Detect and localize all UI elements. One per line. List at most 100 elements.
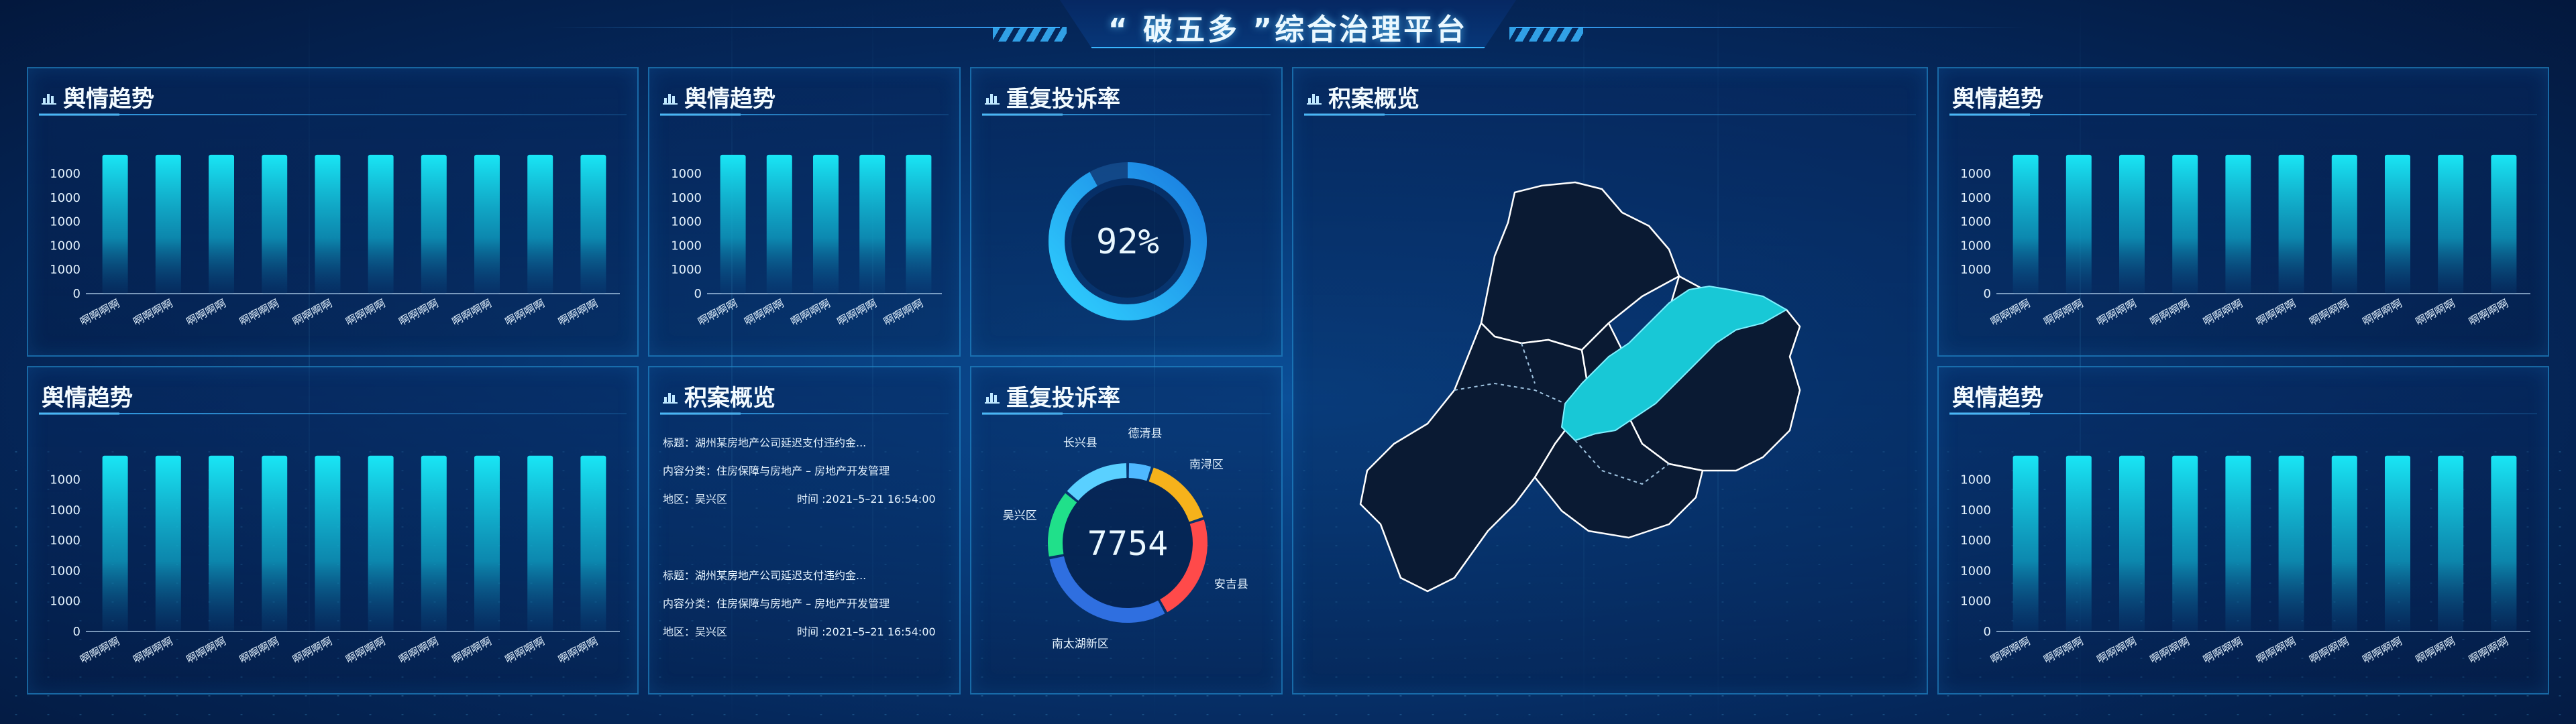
bar[interactable] <box>209 455 234 631</box>
bar[interactable] <box>580 154 606 294</box>
y-tick-label: 1000 <box>50 239 80 253</box>
donut-segment[interactable] <box>1128 463 1151 481</box>
y-tick-label: 1000 <box>50 473 80 487</box>
bar[interactable] <box>2119 154 2145 294</box>
x-tick-label: 啊啊啊啊 <box>237 297 281 328</box>
bar[interactable] <box>906 154 932 294</box>
y-tick-label: 1000 <box>1960 239 1991 253</box>
bar[interactable] <box>2172 154 2198 294</box>
bar[interactable] <box>2278 455 2304 631</box>
x-tick-label: 啊啊啊啊 <box>696 297 739 328</box>
x-tick-label: 啊啊啊啊 <box>184 635 227 666</box>
x-tick-label: 啊啊啊啊 <box>2360 297 2404 328</box>
bar[interactable] <box>474 455 500 631</box>
trend-bar-chart-2: 010001000100010001000啊啊啊啊 啊啊啊啊 啊啊啊啊 啊啊啊啊 啊啊啊… <box>671 154 942 328</box>
bar[interactable] <box>421 455 447 631</box>
bar[interactable] <box>315 154 341 294</box>
bar[interactable] <box>766 154 792 294</box>
bar[interactable] <box>2225 455 2251 631</box>
y-tick-label: 0 <box>1984 287 1991 301</box>
x-tick-label: 啊啊啊啊 <box>78 635 121 666</box>
case-time: 时间 :2021–5–21 16:54:00 <box>797 625 936 638</box>
bar[interactable] <box>421 154 447 294</box>
x-tick-label: 啊啊啊啊 <box>78 297 121 328</box>
y-tick-label: 0 <box>1984 625 1991 639</box>
bar[interactable] <box>2438 455 2464 631</box>
bar[interactable] <box>720 154 746 294</box>
y-tick-label: 1000 <box>1960 473 1991 487</box>
trend-bar-chart-1: 010001000100010001000啊啊啊啊 啊啊啊啊 啊啊啊啊 啊啊啊啊 啊啊啊… <box>50 154 620 328</box>
x-tick-label: 啊啊啊啊 <box>881 297 925 328</box>
y-tick-label: 1000 <box>50 503 80 518</box>
bar[interactable] <box>209 154 234 294</box>
bar[interactable] <box>262 455 288 631</box>
y-tick-label: 1000 <box>50 263 80 277</box>
bar[interactable] <box>2119 455 2145 631</box>
bar[interactable] <box>2012 455 2039 631</box>
y-tick-label: 1000 <box>50 215 80 229</box>
bar[interactable] <box>2438 154 2464 294</box>
bar[interactable] <box>2385 154 2410 294</box>
bar[interactable] <box>859 154 885 294</box>
bar[interactable] <box>2012 154 2039 294</box>
donut-label: 安吉县 <box>1214 578 1248 591</box>
y-tick-label: 1000 <box>1960 215 1991 229</box>
x-tick-label: 啊啊啊啊 <box>2467 635 2510 666</box>
bar[interactable] <box>527 154 553 294</box>
x-tick-label: 啊啊啊啊 <box>788 297 832 328</box>
bar[interactable] <box>2331 154 2357 294</box>
bar[interactable] <box>368 455 394 631</box>
bar[interactable] <box>2225 154 2251 294</box>
x-tick-label: 啊啊啊啊 <box>2201 635 2245 666</box>
x-tick-label: 啊啊啊啊 <box>742 297 786 328</box>
x-tick-label: 啊啊啊啊 <box>2201 297 2245 328</box>
bar[interactable] <box>2065 455 2092 631</box>
bar[interactable] <box>2172 455 2198 631</box>
x-tick-label: 啊啊啊啊 <box>2094 297 2138 328</box>
bar[interactable] <box>155 154 181 294</box>
deco-stripes-right <box>1509 27 1583 42</box>
x-tick-label: 啊啊啊啊 <box>2467 297 2510 328</box>
list-item[interactable]: 标题：湖州某房地产公司延迟支付违约金... 内容分类：住房保障与房地产 – 房地… <box>663 562 949 646</box>
bar[interactable] <box>2278 154 2304 294</box>
bar[interactable] <box>315 455 341 631</box>
x-tick-label: 啊啊啊啊 <box>2094 635 2138 666</box>
bar[interactable] <box>102 455 128 631</box>
backlog-map-panel: 积案概览 <box>1292 67 1928 695</box>
repeat-rate-donut: 7754 德清县南浔区安吉县南太湖新区 吴兴区 长兴县 <box>1003 427 1248 651</box>
trend-panel-1: 舆情趋势 0 1000 1000 1000 1000 1000 啊啊啊啊 啊啊啊啊 啊啊啊啊 啊啊… <box>27 67 639 357</box>
bar[interactable] <box>813 154 839 294</box>
y-tick-label: 1000 <box>50 595 80 609</box>
bar[interactable] <box>580 455 606 631</box>
case-time: 时间 :2021–5–21 16:54:00 <box>797 493 936 505</box>
x-tick-label: 啊啊啊啊 <box>343 297 387 328</box>
x-tick-label: 啊啊啊啊 <box>2041 635 2085 666</box>
bar[interactable] <box>368 154 394 294</box>
trend-bar-chart-3: 010001000100010001000啊啊啊啊 啊啊啊啊 啊啊啊啊 啊啊啊啊 啊啊啊… <box>1960 154 2530 328</box>
y-tick-label: 1000 <box>671 239 702 253</box>
x-tick-label: 啊啊啊啊 <box>2148 297 2192 328</box>
x-tick-label: 啊啊啊啊 <box>131 297 174 328</box>
list-item[interactable]: 标题：湖州某房地产公司延迟支付违约金... 内容分类：住房保障与房地产 – 房地… <box>663 429 949 514</box>
bar[interactable] <box>474 154 500 294</box>
bar[interactable] <box>2491 154 2517 294</box>
y-tick-label: 0 <box>73 287 80 301</box>
deco-stripes-left <box>993 27 1067 42</box>
bar[interactable] <box>155 455 181 631</box>
trend-panel-4: 舆情趋势 0 1000 1000 1000 1000 1000 啊啊啊啊 啊啊啊啊 啊啊啊啊 啊啊… <box>27 366 639 695</box>
bar[interactable] <box>2065 154 2092 294</box>
trend-bar-chart-5: 010001000100010001000啊啊啊啊 啊啊啊啊 啊啊啊啊 啊啊啊啊 啊啊啊… <box>1960 455 2530 666</box>
y-tick-label: 1000 <box>1960 263 1991 277</box>
x-tick-label: 啊啊啊啊 <box>2254 635 2298 666</box>
bar[interactable] <box>262 154 288 294</box>
gauge-value: 92% <box>1096 222 1159 262</box>
bar[interactable] <box>527 455 553 631</box>
x-tick-label: 啊啊啊啊 <box>237 635 281 666</box>
x-tick-label: 啊啊啊啊 <box>2307 297 2351 328</box>
x-tick-label: 啊啊啊啊 <box>184 297 227 328</box>
bar[interactable] <box>2491 455 2517 631</box>
bar[interactable] <box>2385 455 2410 631</box>
bar[interactable] <box>2331 455 2357 631</box>
header: “ 破五多 ”综合治理平台 <box>0 0 2576 58</box>
bar[interactable] <box>102 154 128 294</box>
